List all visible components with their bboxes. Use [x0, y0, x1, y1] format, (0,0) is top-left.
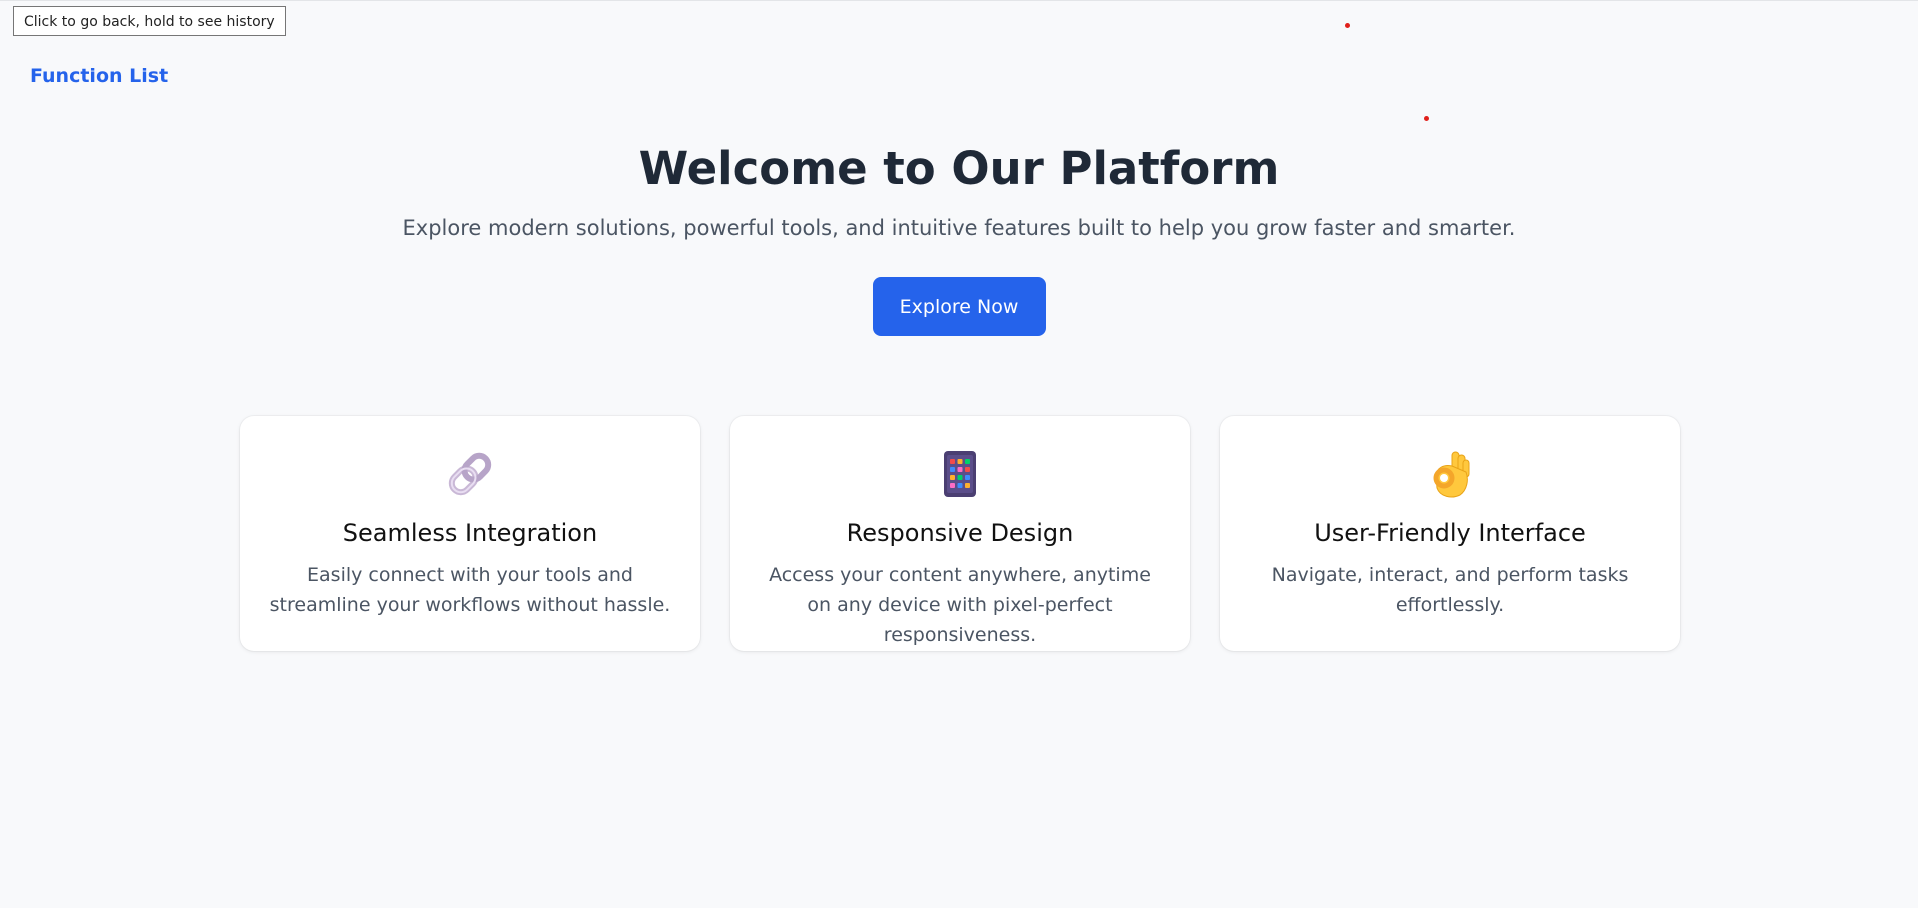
mobile-phone-icon	[944, 451, 976, 497]
hero-section: Welcome to Our Platform Explore modern s…	[0, 137, 1918, 336]
feature-description: Access your content anywhere, anytime on…	[769, 564, 1151, 646]
feature-card-interface: User-Friendly Interface Navigate, intera…	[1220, 416, 1680, 651]
feature-description: Navigate, interact, and perform tasks ef…	[1271, 564, 1629, 616]
feature-card-integration: Seamless Integration Easily connect with…	[240, 416, 700, 651]
hero-subtitle: Explore modern solutions, powerful tools…	[402, 216, 1516, 240]
link-icon	[448, 452, 492, 496]
feature-card-responsive: Responsive Design Access your content an…	[730, 416, 1190, 651]
ok-hand-icon	[1433, 451, 1470, 498]
hero-title: Welcome to Our Platform	[638, 142, 1280, 195]
feature-description: Easily connect with your tools and strea…	[269, 564, 671, 616]
function-list-link[interactable]: Function List	[30, 65, 168, 87]
back-button-tooltip: Click to go back, hold to see history	[13, 6, 286, 36]
red-dot-marker	[1424, 116, 1429, 121]
feature-title: User-Friendly Interface	[1314, 519, 1586, 547]
feature-title: Seamless Integration	[342, 519, 598, 547]
feature-cards: Seamless Integration Easily connect with…	[240, 416, 1680, 651]
feature-title: Responsive Design	[846, 519, 1074, 547]
red-dot-marker	[1345, 23, 1350, 28]
explore-now-button[interactable]: Explore Now	[872, 277, 1046, 336]
